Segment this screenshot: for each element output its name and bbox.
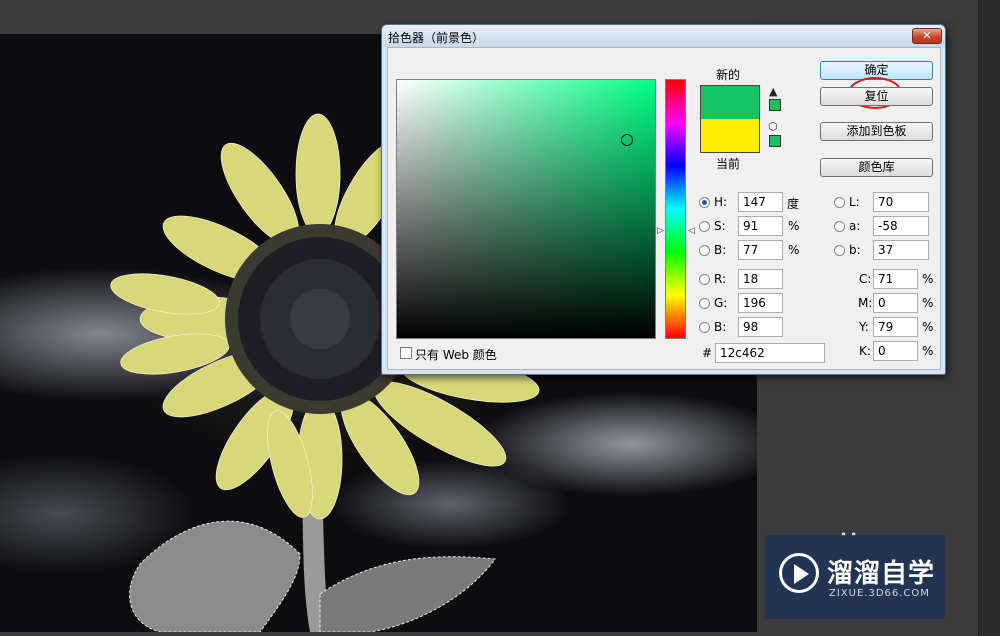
magenta-unit: % xyxy=(922,296,934,310)
saturation-label: S: xyxy=(714,219,726,233)
cyan-label: C: xyxy=(859,272,872,286)
hue-slider-left-arrow-icon[interactable]: ▷ xyxy=(657,226,664,236)
lab-a-label: a: xyxy=(849,219,861,233)
add-to-swatches-button[interactable]: 添加到色板 xyxy=(820,122,933,141)
hue-unit: 度 xyxy=(787,197,800,211)
new-color-swatch xyxy=(700,85,760,119)
saturation-input[interactable]: 91 xyxy=(738,216,783,236)
color-libraries-button[interactable]: 颜色库 xyxy=(820,158,933,177)
web-colors-only-checkbox[interactable] xyxy=(400,347,412,359)
current-color-swatch[interactable] xyxy=(700,119,760,153)
watermark: 溜溜自学 ZIXUE.3D66.COM xyxy=(765,535,945,619)
black-label: K: xyxy=(859,344,871,358)
lab-a-input[interactable]: -58 xyxy=(873,216,929,236)
lab-b-label: b: xyxy=(849,243,861,257)
yellow-input[interactable]: 79 xyxy=(873,317,918,337)
brightness-radio[interactable] xyxy=(699,245,710,256)
reset-button[interactable]: 复位 xyxy=(820,87,933,106)
blue-label: B: xyxy=(714,320,727,334)
hue-slider[interactable] xyxy=(665,79,686,339)
black-input[interactable]: 0 xyxy=(873,341,918,361)
play-logo-icon xyxy=(779,553,819,593)
cyan-unit: % xyxy=(922,272,934,286)
watermark-name: 溜溜自学 xyxy=(827,559,936,589)
web-safe-cube-icon[interactable]: ⬡ xyxy=(768,120,778,133)
dialog-titlebar[interactable]: 拾色器（前景色） ✕ xyxy=(382,25,945,47)
web-safe-swatch[interactable] xyxy=(769,135,781,147)
magenta-label: M: xyxy=(858,296,873,310)
yellow-unit: % xyxy=(922,320,934,334)
color-picker-dialog: 拾色器（前景色） ✕ ▷ ◁ 新的 当前 ▲ ⬡ 确定 复位 添加到色板 颜色库… xyxy=(381,24,946,375)
hue-input[interactable]: 147 xyxy=(738,192,783,212)
out-of-gamut-warning-icon[interactable]: ▲ xyxy=(769,85,777,98)
color-picker-ring[interactable] xyxy=(621,134,633,146)
saturation-unit: % xyxy=(788,219,800,233)
lab-b-radio[interactable] xyxy=(834,245,845,256)
new-color-label: 新的 xyxy=(716,68,741,82)
brightness-input[interactable]: 77 xyxy=(738,240,783,260)
hue-label: H: xyxy=(714,195,728,209)
web-colors-only-label[interactable]: 只有 Web 颜色 xyxy=(415,346,497,363)
hue-radio[interactable] xyxy=(699,197,710,208)
lightness-radio[interactable] xyxy=(834,197,845,208)
lab-a-radio[interactable] xyxy=(834,221,845,232)
hue-slider-right-arrow-icon[interactable]: ◁ xyxy=(688,226,695,236)
hex-input[interactable]: 12c462 xyxy=(715,343,825,363)
blue-input[interactable]: 98 xyxy=(738,317,783,337)
lab-b-input[interactable]: 37 xyxy=(873,240,929,260)
dialog-title: 拾色器（前景色） xyxy=(388,31,485,45)
blue-radio[interactable] xyxy=(699,322,710,333)
lightness-label: L: xyxy=(849,195,860,209)
gamut-correction-swatch[interactable] xyxy=(769,99,781,111)
green-radio[interactable] xyxy=(699,298,710,309)
red-input[interactable]: 18 xyxy=(738,269,783,289)
red-radio[interactable] xyxy=(699,274,710,285)
green-input[interactable]: 196 xyxy=(738,293,783,313)
brightness-unit: % xyxy=(788,243,800,257)
red-label: R: xyxy=(714,272,727,286)
brightness-label: B: xyxy=(714,243,727,257)
green-label: G: xyxy=(714,296,728,310)
panel-dock-strip[interactable] xyxy=(978,0,1000,636)
status-bar xyxy=(0,632,757,636)
watermark-url: ZIXUE.3D66.COM xyxy=(829,588,930,599)
hex-label: # xyxy=(702,346,713,360)
cyan-input[interactable]: 71 xyxy=(873,269,918,289)
close-button[interactable]: ✕ xyxy=(912,28,942,44)
lightness-input[interactable]: 70 xyxy=(873,192,929,212)
dialog-body: ▷ ◁ 新的 当前 ▲ ⬡ 确定 复位 添加到色板 颜色库 H: 147 度 S… xyxy=(387,47,941,370)
yellow-label: Y: xyxy=(859,320,869,334)
black-unit: % xyxy=(922,344,934,358)
current-color-label: 当前 xyxy=(716,157,741,171)
saturation-radio[interactable] xyxy=(699,221,710,232)
magenta-input[interactable]: 0 xyxy=(873,293,918,313)
color-field[interactable] xyxy=(396,79,656,339)
